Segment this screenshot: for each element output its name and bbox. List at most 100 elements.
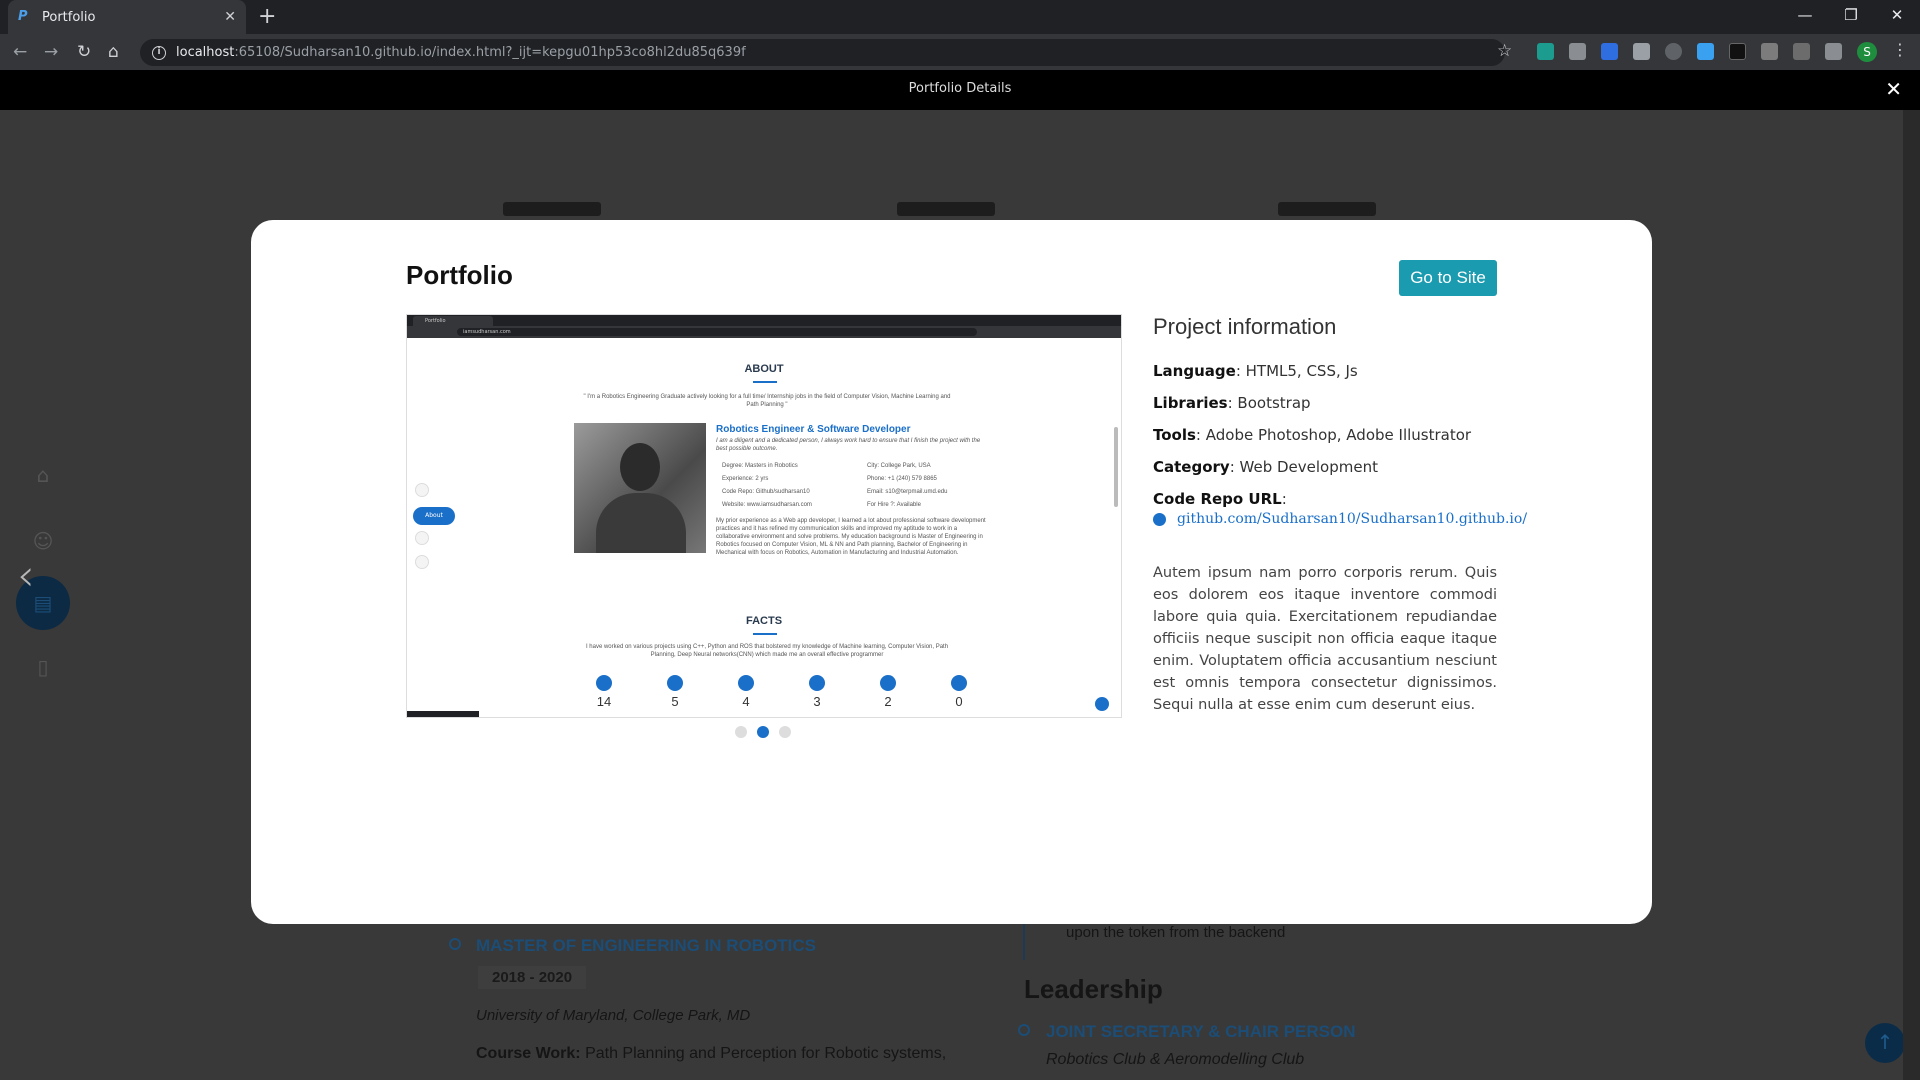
fact-item: 2 [868,675,908,709]
repo-link-text[interactable]: github.com/Sudharsan10/Sudharsan10.githu… [1177,511,1527,527]
address-bar[interactable]: i localhost:65108/Sudharsan10.github.io/… [140,39,1505,66]
screenshot-quote: " I'm a Robotics Engineering Graduate ac… [583,394,951,409]
screenshot-experience: Experience: 2 yrs [722,476,769,482]
new-tab-button[interactable]: + [258,4,276,29]
extension-icon[interactable] [1601,43,1618,60]
fact-count: 5 [671,694,679,709]
carousel-dot-active[interactable] [757,726,769,738]
background-filter-tab [897,202,995,216]
info-label: Language [1153,362,1236,380]
fact-count: 0 [955,694,963,709]
screenshot-scrollbar [1114,427,1118,507]
tab-title: Portfolio [42,9,96,25]
info-value: : HTML5, CSS, Js [1235,362,1358,380]
fact-icon [596,675,612,691]
screenshot-hire: For Hire ?: Available [867,502,921,508]
info-label: Category [1153,458,1230,476]
screenshot-about-pill: About [413,507,455,525]
screenshot-tab: Portfolio [413,316,493,326]
extension-icon[interactable] [1537,43,1554,60]
screenshot-back-to-top-icon [1095,697,1109,711]
forward-icon[interactable]: → [44,42,58,62]
info-label: Code Repo URL [1153,490,1282,508]
extension-icon[interactable] [1633,43,1650,60]
site-info-icon[interactable]: i [152,45,166,60]
profile-photo [574,423,706,553]
go-to-site-button[interactable]: Go to Site [1399,260,1497,296]
portfolio-favicon-icon: P [18,9,28,24]
screenshot-phone: Phone: +1 (240) 579 8865 [867,476,937,482]
club-name: Robotics Club & Aeromodelling Club [1046,1051,1305,1068]
screenshot-nav-home-icon [415,483,429,497]
screenshot-role-sub: I am a diligent and a dedicated person, … [716,438,981,453]
project-info-title: Project information [1153,314,1337,339]
fact-item: 0 [939,675,979,709]
screenshot-about-heading: ABOUT [744,363,784,375]
bookmark-star-icon[interactable]: ☆ [1497,41,1512,61]
browser-toolbar: ← → ↻ ⌂ i localhost:65108/Sudharsan10.gi… [0,34,1920,70]
background-filter-tab [503,202,601,216]
restore-icon[interactable]: ❐ [1828,0,1874,34]
fact-icon [667,675,683,691]
heading-underline [753,633,777,635]
screenshot-bio: My prior experience as a Web app develop… [716,518,986,557]
background-filter-tab [1278,202,1376,216]
screenshot-tabbar: Portfolio [407,315,1121,326]
extension-icon[interactable] [1665,43,1682,60]
nav-home-icon[interactable]: ⌂ [16,448,70,502]
fact-item: 5 [655,675,695,709]
info-category: Category: Web Development [1153,458,1378,476]
home-icon[interactable]: ⌂ [108,42,119,62]
back-to-top-button[interactable]: ↑ [1865,1023,1903,1063]
menu-kebab-icon[interactable]: ⋮ [1892,40,1908,59]
browser-tab-strip: P Portfolio ✕ + — ❐ ✕ [0,0,1920,34]
extensions-puzzle-icon[interactable] [1825,43,1842,60]
extension-icon[interactable] [1697,43,1714,60]
fact-icon [951,675,967,691]
degree-title: MASTER OF ENGINEERING IN ROBOTICS [476,936,817,955]
screenshot-code-repo: Code Repo: Github/sudharsan10 [722,489,810,495]
screenshot-degree: Degree: Masters in Robotics [722,463,798,469]
project-screenshot-slide: Portfolio iamsudharsan.com ABOUT " I'm a… [406,314,1122,718]
screenshot-statusbar [407,711,479,717]
screenshot-nav-portfolio-icon [415,555,429,569]
profile-avatar[interactable]: S [1857,42,1877,62]
extension-icon[interactable] [1793,43,1810,60]
nav-portfolio-icon[interactable]: ▯ [16,640,70,694]
fact-icon [809,675,825,691]
reload-icon[interactable]: ↻ [77,42,91,62]
extension-icon[interactable] [1729,43,1746,60]
fact-item: 14 [584,675,624,709]
screenshot-nav-resume-icon [415,531,429,545]
tab-close-icon[interactable]: ✕ [224,9,236,25]
extension-icon[interactable] [1761,43,1778,60]
extension-icon[interactable] [1569,43,1586,60]
school-name: University of Maryland, College Park, MD [476,1007,751,1024]
window-close-icon[interactable]: ✕ [1874,0,1920,34]
timeline-dot [1018,1024,1030,1036]
carousel-dot[interactable] [779,726,791,738]
fact-count: 14 [596,694,612,709]
info-value: : [1281,490,1287,508]
browser-tab[interactable]: P Portfolio ✕ [8,0,246,34]
fact-item: 4 [726,675,766,709]
screenshot-addressbar: iamsudharsan.com [407,326,1121,338]
fact-icon [880,675,896,691]
screenshot-email: Email: s10@terpmail.umd.edu [867,489,948,495]
screenshot-url: iamsudharsan.com [457,328,977,336]
carousel-dot[interactable] [735,726,747,738]
minimize-icon[interactable]: — [1782,0,1828,34]
info-value: : Adobe Photoshop, Adobe Illustrator [1195,426,1472,444]
coursework: Course Work: Path Planning and Perceptio… [476,1045,946,1063]
lightbox-close-icon[interactable]: ✕ [1885,77,1902,101]
page-scrollbar[interactable] [1903,110,1920,1080]
timeline-dot [449,938,461,950]
screenshot-role-title: Robotics Engineer & Software Developer [716,424,911,435]
back-icon[interactable]: ← [13,42,27,62]
repo-link[interactable]: github.com/Sudharsan10/Sudharsan10.githu… [1153,511,1527,527]
lightbox-header: Portfolio Details ✕ [0,70,1920,110]
fact-count: 2 [884,694,892,709]
portfolio-details-modal: Portfolio Go to Site Portfolio iamsudhar… [251,220,1652,924]
lightbox-prev-arrow-icon[interactable]: ‹ [17,550,35,601]
info-code-repo: Code Repo URL: [1153,490,1287,508]
